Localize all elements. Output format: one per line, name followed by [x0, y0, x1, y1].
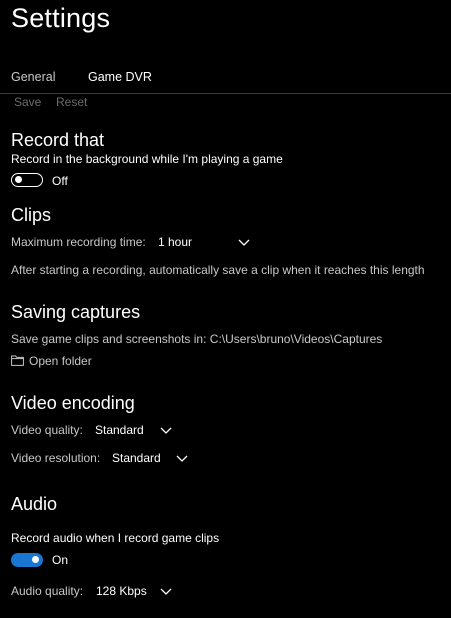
- save-button[interactable]: Save: [14, 95, 41, 109]
- video-resolution-value: Standard: [112, 451, 161, 465]
- video-encoding-heading: Video encoding: [11, 393, 135, 413]
- audio-heading: Audio: [11, 494, 58, 514]
- video-quality-label: Video quality:: [11, 423, 83, 437]
- record-audio-label: Record audio when I record game clips: [11, 531, 220, 545]
- max-recording-time-label: Maximum recording time:: [11, 235, 146, 249]
- max-recording-time-dropdown[interactable]: 1 hour: [158, 233, 253, 251]
- record-audio-toggle[interactable]: [11, 553, 43, 567]
- audio-quality-dropdown[interactable]: 128 Kbps: [96, 582, 176, 600]
- video-resolution-label: Video resolution:: [11, 451, 101, 465]
- tab-divider: [0, 93, 451, 94]
- tab-game-dvr[interactable]: Game DVR: [88, 70, 152, 84]
- page-title: Settings: [11, 3, 111, 33]
- open-folder-label: Open folder: [29, 354, 92, 368]
- reset-button[interactable]: Reset: [56, 95, 87, 109]
- record-that-heading: Record that: [11, 130, 105, 150]
- video-quality-value: Standard: [95, 423, 144, 437]
- max-recording-time-value: 1 hour: [158, 235, 193, 249]
- chevron-down-icon: [160, 588, 172, 595]
- clips-heading: Clips: [11, 205, 52, 225]
- toggle-knob: [32, 556, 39, 563]
- saving-captures-heading: Saving captures: [11, 302, 141, 322]
- folder-icon: [11, 355, 24, 366]
- tab-general[interactable]: General: [11, 70, 55, 84]
- video-quality-dropdown[interactable]: Standard: [95, 421, 175, 439]
- captures-path-text: Save game clips and screenshots in: C:\U…: [11, 332, 383, 346]
- clips-description: After starting a recording, automaticall…: [11, 263, 425, 277]
- chevron-down-icon: [238, 239, 250, 246]
- video-resolution-dropdown[interactable]: Standard: [112, 449, 192, 467]
- record-background-state: Off: [52, 174, 68, 188]
- open-folder-link[interactable]: Open folder: [11, 352, 96, 370]
- record-background-label: Record in the background while I'm playi…: [11, 152, 283, 166]
- record-audio-state: On: [52, 553, 69, 567]
- chevron-down-icon: [176, 455, 188, 462]
- audio-quality-label: Audio quality:: [11, 584, 84, 598]
- toggle-knob: [15, 176, 22, 183]
- record-background-toggle[interactable]: [11, 173, 43, 187]
- audio-quality-value: 128 Kbps: [96, 584, 147, 598]
- chevron-down-icon: [160, 427, 172, 434]
